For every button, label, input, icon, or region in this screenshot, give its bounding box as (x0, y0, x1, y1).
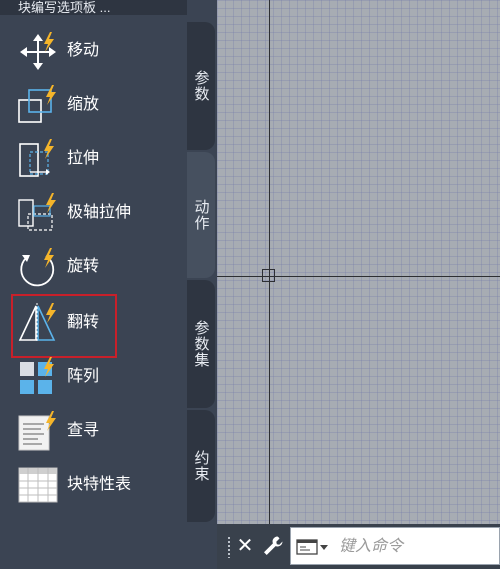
tool-label: 移动 (67, 42, 100, 59)
tool-label: 旋转 (67, 258, 100, 275)
polar-stretch-icon (18, 193, 56, 231)
move-icon (20, 32, 56, 70)
tool-label: 极轴拉伸 (67, 204, 132, 221)
rotate-icon (20, 248, 55, 287)
tool-array[interactable]: 阵列 (0, 350, 187, 404)
tool-move[interactable]: 移动 (0, 24, 187, 78)
tab-parameter-sets[interactable]: 参数集 (187, 280, 215, 408)
tab-actions[interactable]: 动作 (187, 152, 215, 278)
tool-lookup[interactable]: 查寻 (0, 404, 187, 458)
command-input[interactable] (337, 530, 500, 564)
scale-icon (18, 85, 56, 123)
tool-scale[interactable]: 缩放 (0, 78, 187, 132)
tool-rotate[interactable]: 旋转 (0, 240, 187, 294)
tool-label: 块特性表 (67, 476, 132, 493)
command-input-box[interactable] (290, 527, 500, 565)
tab-parameters[interactable]: 参数 (187, 22, 215, 150)
crosshair-vertical-line (269, 0, 270, 524)
drawing-canvas[interactable] (217, 0, 500, 524)
tool-label: 查寻 (67, 422, 100, 439)
close-command-line-button[interactable]: ✕ (235, 532, 255, 560)
pickbox-cursor (262, 269, 275, 282)
tool-polar-stretch[interactable]: 极轴拉伸 (0, 186, 187, 240)
block-properties-table-icon (18, 467, 58, 503)
tool-block-properties-table[interactable]: 块特性表 (0, 458, 187, 512)
tool-label: 阵列 (67, 368, 100, 385)
tool-label: 拉伸 (67, 150, 100, 167)
tab-constraints[interactable]: 约束 (187, 410, 215, 522)
tab-label: 参数集 (192, 320, 210, 368)
block-authoring-palette: 块编写选项板 ... 移动 缩放 拉伸 极轴拉伸 旋转 翻转 阵列 查寻 块特性… (0, 0, 187, 569)
command-line-bar: ✕ (217, 524, 500, 569)
tab-label: 参数 (192, 70, 210, 102)
tab-label: 动作 (192, 199, 210, 231)
wrench-icon[interactable] (261, 534, 285, 558)
flip-icon (18, 303, 56, 343)
crosshair-horizontal-line (217, 276, 500, 277)
stretch-icon (19, 139, 54, 177)
tool-label: 翻转 (67, 314, 100, 331)
tool-flip[interactable]: 翻转 (0, 294, 187, 358)
command-prompt-icon[interactable] (296, 538, 330, 556)
tab-label: 约束 (192, 450, 210, 482)
lookup-icon (18, 411, 56, 451)
tool-stretch[interactable]: 拉伸 (0, 132, 187, 186)
drag-grip-icon[interactable] (227, 536, 231, 558)
palette-tabs: 参数 动作 参数集 约束 (187, 0, 217, 569)
palette-title: 块编写选项板 ... (0, 0, 187, 15)
array-icon (20, 357, 54, 394)
tool-label: 缩放 (67, 96, 100, 113)
